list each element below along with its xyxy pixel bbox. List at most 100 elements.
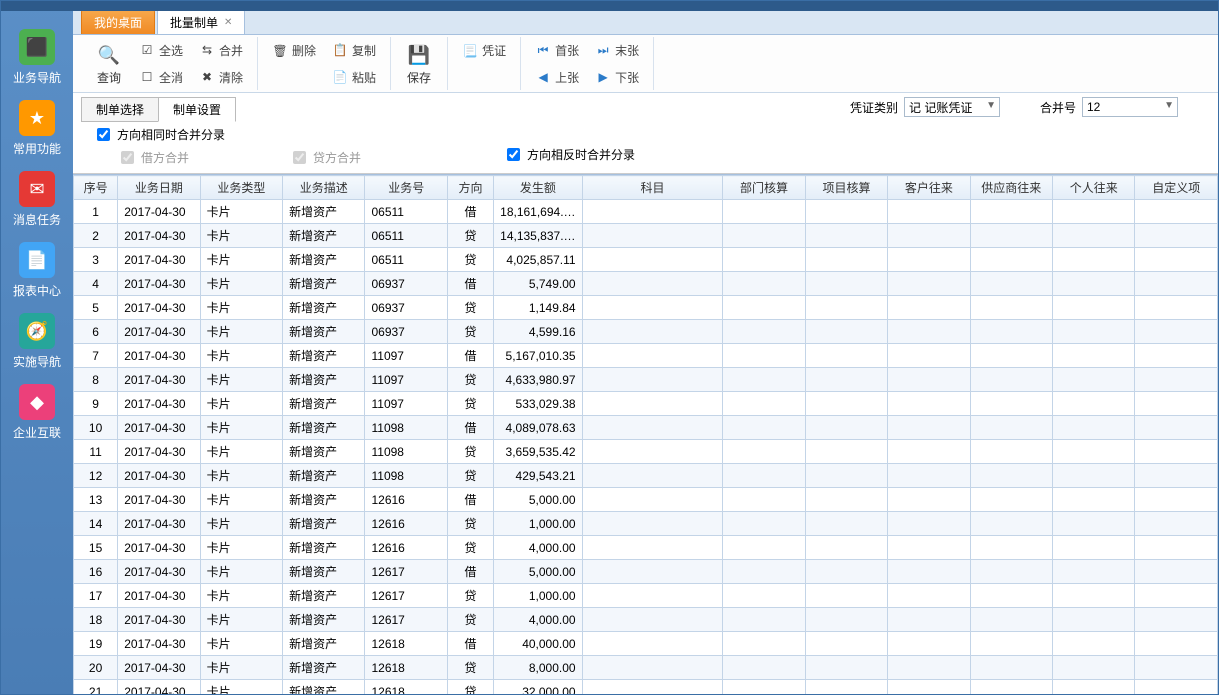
cell[interactable]: [970, 320, 1052, 344]
cell[interactable]: 11098: [365, 416, 447, 440]
merge-button[interactable]: ⇆合并: [195, 40, 247, 61]
cell[interactable]: 贷: [447, 368, 493, 392]
cell[interactable]: 新增资产: [283, 632, 365, 656]
delete-button[interactable]: 🗑删除: [268, 40, 320, 61]
cell[interactable]: [888, 368, 970, 392]
column-header[interactable]: 项目核算: [805, 176, 887, 200]
cell[interactable]: 8,000.00: [494, 656, 582, 680]
cell[interactable]: 2017-04-30: [118, 272, 200, 296]
cell[interactable]: 12618: [365, 632, 447, 656]
table-row[interactable]: 92017-04-30卡片新增资产11097贷533,029.38: [74, 392, 1218, 416]
cell[interactable]: [1053, 440, 1135, 464]
table-row[interactable]: 142017-04-30卡片新增资产12616贷1,000.00: [74, 512, 1218, 536]
cell[interactable]: [1135, 584, 1218, 608]
cell[interactable]: [1135, 632, 1218, 656]
merge-no-select[interactable]: [1082, 97, 1178, 117]
cell[interactable]: [888, 224, 970, 248]
cell[interactable]: 贷: [447, 536, 493, 560]
column-header[interactable]: 科目: [582, 176, 723, 200]
table-row[interactable]: 172017-04-30卡片新增资产12617贷1,000.00: [74, 584, 1218, 608]
cell[interactable]: 2017-04-30: [118, 440, 200, 464]
query-button[interactable]: 🔍 查询: [87, 37, 131, 90]
cell[interactable]: 12616: [365, 512, 447, 536]
cell[interactable]: [970, 536, 1052, 560]
cell[interactable]: [723, 680, 805, 695]
cell[interactable]: 8: [74, 368, 118, 392]
cell[interactable]: 卡片: [200, 656, 282, 680]
cell[interactable]: [888, 560, 970, 584]
cell[interactable]: [970, 368, 1052, 392]
cell[interactable]: 4,633,980.97: [494, 368, 582, 392]
cell[interactable]: 借: [447, 416, 493, 440]
cell[interactable]: 贷: [447, 656, 493, 680]
cell[interactable]: [1135, 368, 1218, 392]
cell[interactable]: 卡片: [200, 320, 282, 344]
cell[interactable]: 卡片: [200, 560, 282, 584]
cell[interactable]: 新增资产: [283, 536, 365, 560]
cell[interactable]: [1135, 344, 1218, 368]
cell[interactable]: 新增资产: [283, 656, 365, 680]
cell[interactable]: 贷: [447, 392, 493, 416]
cell[interactable]: 卡片: [200, 584, 282, 608]
cell[interactable]: 新增资产: [283, 560, 365, 584]
cell[interactable]: [1053, 200, 1135, 224]
cell[interactable]: [805, 368, 887, 392]
cell[interactable]: [1053, 416, 1135, 440]
cell[interactable]: [582, 392, 723, 416]
column-header[interactable]: 业务号: [365, 176, 447, 200]
cell[interactable]: [805, 200, 887, 224]
clear-button[interactable]: ✖清除: [195, 67, 247, 88]
cell[interactable]: [888, 344, 970, 368]
cell[interactable]: 卡片: [200, 464, 282, 488]
cell[interactable]: 2017-04-30: [118, 368, 200, 392]
cell[interactable]: 新增资产: [283, 320, 365, 344]
cell[interactable]: 2017-04-30: [118, 296, 200, 320]
close-icon[interactable]: ✕: [224, 17, 232, 28]
cell[interactable]: 2017-04-30: [118, 608, 200, 632]
last-page-button[interactable]: ⏭末张: [591, 40, 643, 61]
cell[interactable]: [723, 416, 805, 440]
sidebar-item-2[interactable]: ✉消息任务: [1, 171, 73, 228]
cell[interactable]: [582, 368, 723, 392]
cell[interactable]: 4,599.16: [494, 320, 582, 344]
table-row[interactable]: 12017-04-30卡片新增资产06511借18,161,694.55: [74, 200, 1218, 224]
subtab-setting[interactable]: 制单设置: [158, 97, 236, 122]
cell[interactable]: 9: [74, 392, 118, 416]
cell[interactable]: [1135, 296, 1218, 320]
cell[interactable]: 卡片: [200, 224, 282, 248]
cell[interactable]: [970, 656, 1052, 680]
cell[interactable]: [582, 440, 723, 464]
cell[interactable]: 新增资产: [283, 344, 365, 368]
cell[interactable]: [970, 680, 1052, 695]
cell[interactable]: 2017-04-30: [118, 656, 200, 680]
next-page-button[interactable]: ▶下张: [591, 67, 643, 88]
table-row[interactable]: 202017-04-30卡片新增资产12618贷8,000.00: [74, 656, 1218, 680]
cell[interactable]: 2017-04-30: [118, 584, 200, 608]
cell[interactable]: [805, 224, 887, 248]
cell[interactable]: 5,000.00: [494, 560, 582, 584]
same-dir-checkbox-input[interactable]: [97, 128, 110, 141]
sidebar-item-1[interactable]: ★常用功能: [1, 100, 73, 157]
cell[interactable]: 借: [447, 488, 493, 512]
cell[interactable]: [1135, 608, 1218, 632]
cell[interactable]: 2017-04-30: [118, 632, 200, 656]
cell[interactable]: [1135, 392, 1218, 416]
prev-page-button[interactable]: ◀上张: [531, 67, 583, 88]
cell[interactable]: 借: [447, 272, 493, 296]
cell[interactable]: [582, 320, 723, 344]
cell[interactable]: [888, 296, 970, 320]
cell[interactable]: [805, 536, 887, 560]
cell[interactable]: 贷: [447, 224, 493, 248]
cell[interactable]: 5,167,010.35: [494, 344, 582, 368]
cell[interactable]: [723, 560, 805, 584]
cell[interactable]: [888, 200, 970, 224]
cell[interactable]: 12617: [365, 584, 447, 608]
cell[interactable]: 14: [74, 512, 118, 536]
cell[interactable]: 2017-04-30: [118, 512, 200, 536]
save-button[interactable]: 💾 保存: [397, 37, 441, 90]
table-row[interactable]: 212017-04-30卡片新增资产12618贷32,000.00: [74, 680, 1218, 695]
cell[interactable]: [1053, 536, 1135, 560]
cell[interactable]: [1053, 656, 1135, 680]
table-row[interactable]: 102017-04-30卡片新增资产11098借4,089,078.63: [74, 416, 1218, 440]
table-row[interactable]: 32017-04-30卡片新增资产06511贷4,025,857.11: [74, 248, 1218, 272]
